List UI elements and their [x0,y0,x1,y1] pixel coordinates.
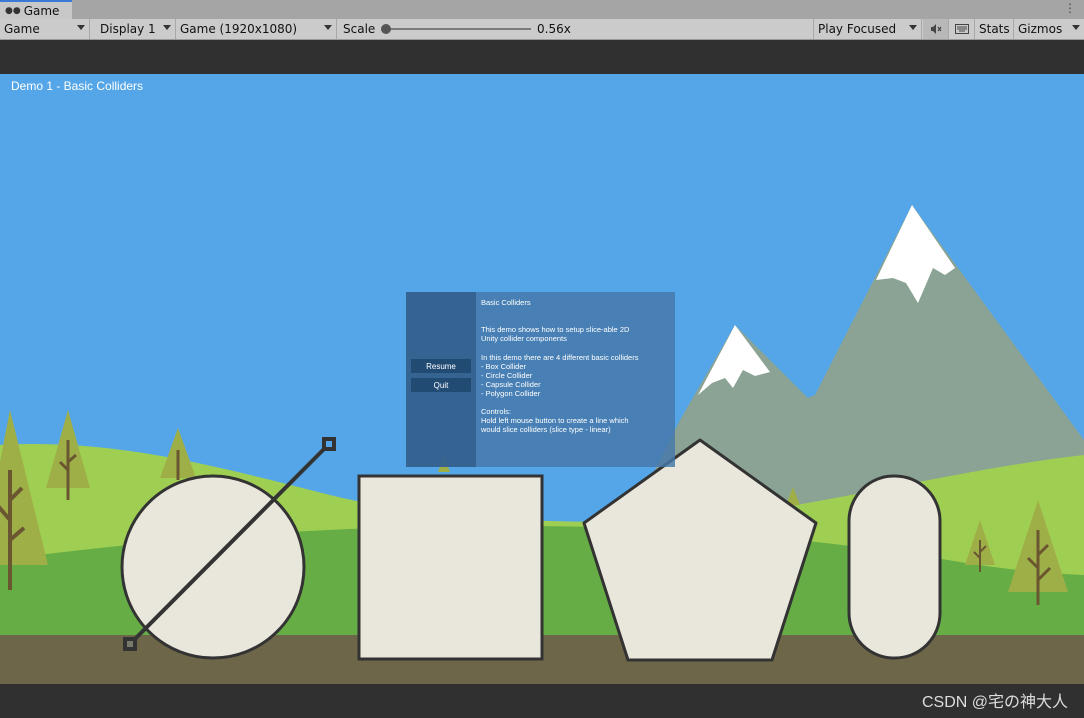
panel-line: In this demo there are 4 different basic… [481,352,639,362]
panel-line [481,307,671,316]
chevron-down-icon [909,25,917,30]
game-tab-label: Game [23,3,60,18]
pause-menu-panel: Resume Quit Basic Colliders This demo sh… [406,292,675,467]
kebab-menu-icon[interactable]: ⋮ [1064,1,1076,15]
play-mode-dropdown[interactable]: Play Focused [814,19,922,39]
panel-line [481,398,671,407]
panel-line: This demo shows how to setup slice-able … [481,325,630,335]
keyboard-icon [954,24,969,34]
resolution-dropdown[interactable]: Game (1920x1080) [176,19,337,39]
scene-title: Demo 1 - Basic Colliders [11,79,144,93]
panel-heading: Basic Colliders [481,298,531,307]
panel-line: - Box Collider [481,361,527,371]
play-mode-value: Play Focused [818,22,897,36]
pause-menu-buttons: Resume Quit [406,292,476,467]
chevron-down-icon [1072,25,1080,30]
panel-line: - Circle Collider [481,370,533,380]
box-collider[interactable] [357,474,544,661]
capsule-collider[interactable] [847,474,942,660]
scale-label: Scale [343,22,376,36]
mute-audio-button[interactable] [923,19,949,39]
game-tab[interactable]: ●● Game [0,0,72,19]
panel-line: Controls: [481,407,512,417]
panel-line: Hold left mouse button to create a line … [481,416,629,426]
scale-slider-track[interactable] [385,28,531,30]
gizmos-dropdown[interactable]: Gizmos [1014,19,1084,39]
gizmos-label: Gizmos [1018,22,1063,36]
resume-button[interactable]: Resume [411,359,471,373]
view-mode-dropdown[interactable]: Game [0,19,90,39]
watermark: CSDN @宅の神大人 [921,694,1068,711]
panel-line: would slice colliders (slice type - line… [481,425,611,435]
circle-collider[interactable] [120,474,306,660]
stats-button[interactable]: Stats [975,19,1014,39]
panel-line: Unity collider components [481,334,567,344]
game-view-toolbar: Game Display 1 Game (1920x1080) Scale 0.… [0,19,1084,40]
chevron-down-icon [163,25,171,30]
panel-line: - Polygon Collider [481,388,541,398]
scale-value: 0.56x [537,22,571,36]
audio-mute-icon [930,24,941,34]
panel-line [481,316,671,325]
chevron-down-icon [324,25,332,30]
panel-line [481,343,671,352]
gamepad-icon: ●● [5,5,21,16]
resolution-value: Game (1920x1080) [180,22,298,36]
demo-description: Basic Colliders This demo shows how to s… [481,298,671,434]
display-value: Display 1 [100,22,156,36]
display-dropdown[interactable]: Display 1 [96,19,176,39]
panel-line: - Capsule Collider [481,379,541,389]
quit-button[interactable]: Quit [411,378,471,392]
chevron-down-icon [77,25,85,30]
keyboard-button[interactable] [949,19,975,39]
view-mode-value: Game [4,22,40,36]
editor-tab-bar: ●● Game ⋮ [0,0,1084,20]
stats-label: Stats [979,22,1010,36]
scale-slider-handle[interactable] [381,24,391,34]
